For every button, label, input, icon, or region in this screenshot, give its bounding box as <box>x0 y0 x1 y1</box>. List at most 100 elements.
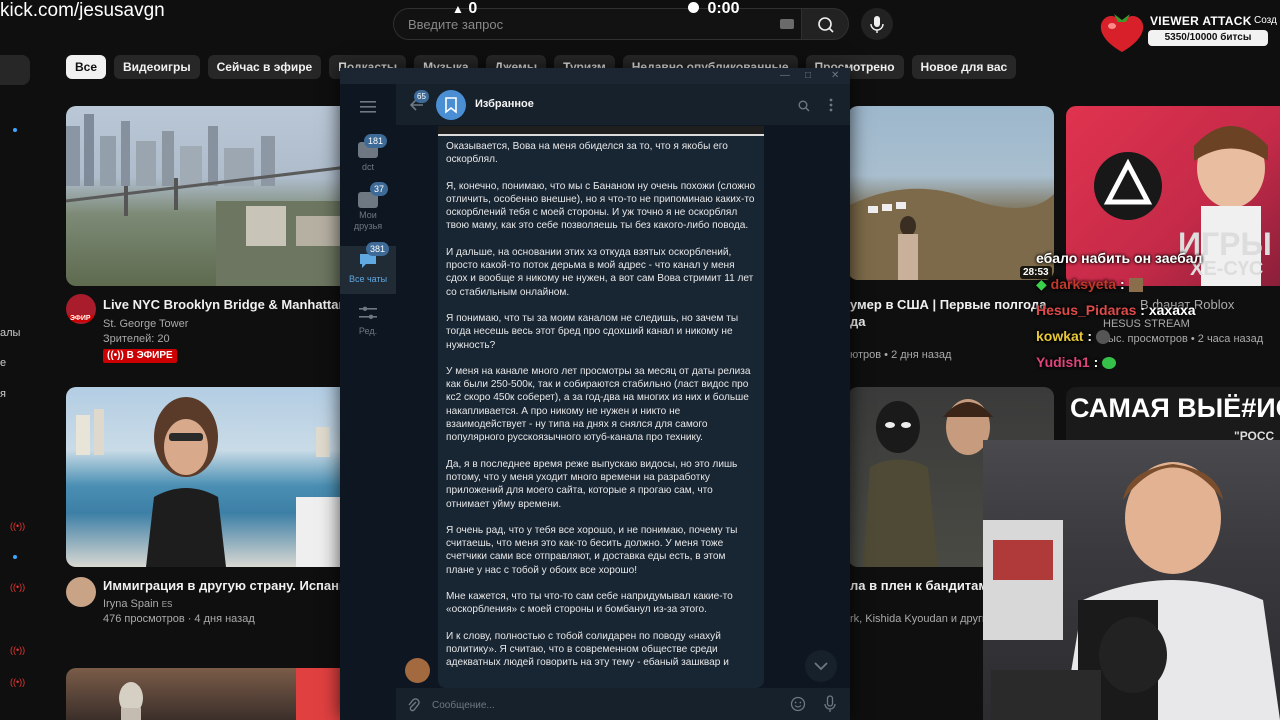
message-paragraph: И дальше, на основании этих хз откуда вз… <box>446 246 754 298</box>
maximize-icon[interactable]: □ <box>805 70 811 81</box>
video-thumbnail-nyc[interactable] <box>66 106 356 286</box>
microphone-icon <box>824 695 836 712</box>
folder-all-chats[interactable]: 381 Все чаты <box>340 242 396 292</box>
stream-url: kick.com/jesusavgn <box>0 0 165 21</box>
tomato-icon <box>1100 14 1144 52</box>
sender-avatar[interactable] <box>405 658 430 683</box>
close-icon[interactable]: ✕ <box>831 70 839 81</box>
telegram-window: — □ ✕ 181 dct 37 Мои друзья 381 Все чаты… <box>340 68 850 720</box>
chat-title[interactable]: Избранное <box>475 98 534 110</box>
emoji-icon <box>790 696 806 712</box>
unread-badge: 181 <box>364 134 388 148</box>
video-title[interactable]: ла в плен к бандитам и <box>850 578 1000 593</box>
keyboard-icon[interactable] <box>780 19 794 29</box>
scroll-to-bottom-button[interactable] <box>805 650 837 682</box>
chat-message: ебало набить он заебал <box>1036 250 1202 266</box>
video-thumbnail-partial[interactable] <box>66 668 356 720</box>
stopwatch-icon <box>688 2 699 13</box>
bookmark-icon <box>445 97 457 114</box>
channel-name[interactable]: St. George Tower <box>103 318 188 330</box>
chip-live[interactable]: Сейчас в эфире <box>207 55 322 79</box>
channel-name[interactable]: Iryna Spain ES <box>103 598 172 610</box>
attach-button[interactable] <box>406 697 420 718</box>
viewer-attack-widget: VIEWER ATTACK 5350/10000 битсы <box>1096 8 1280 56</box>
hollywood-hills-graphic <box>848 188 1054 280</box>
folder-label: Мои друзья <box>353 210 383 231</box>
video-title[interactable]: Иммиграция в другую страну. Испания. <box>103 578 358 593</box>
video-title[interactable]: Live NYC Brooklyn Bridge & Manhattan cam <box>103 297 376 312</box>
saved-messages-avatar[interactable] <box>436 90 466 120</box>
message-paragraph: Я очень рад, что у тебя все хорошо, и не… <box>446 524 738 576</box>
notification-counter: ▲ 0 <box>452 0 477 18</box>
video-thumbnail-spain[interactable] <box>66 387 356 567</box>
chat-text: ебало набить он заебал <box>1036 250 1203 266</box>
rail-text-fragment: алы <box>0 327 21 339</box>
search-input[interactable]: Введите запрос <box>408 17 503 32</box>
thumbnail-text: САМАЯ ВЫЁ#ИСТА <box>1070 393 1280 423</box>
message-composer: Сообщение... <box>396 688 850 720</box>
folder-label: Ред. <box>358 326 378 336</box>
timer-value: 0:00 <box>707 0 740 17</box>
partial-label: Созд <box>1254 15 1277 26</box>
live-badge-text: В ЭФИРЕ <box>126 350 173 361</box>
emote-icon <box>1095 330 1110 345</box>
video-title-line2[interactable]: да <box>850 314 865 329</box>
search-icon <box>798 100 810 112</box>
channel-name-text: Iryna Spain <box>103 598 159 610</box>
bell-icon: ▲ <box>452 2 464 16</box>
chip-new-for-you[interactable]: Новое для вас <box>911 55 1017 79</box>
rail-text-fragment: е <box>0 357 7 369</box>
chip-videogames[interactable]: Видеоигры <box>114 55 200 79</box>
unread-badge: 37 <box>370 182 389 196</box>
folder-friends[interactable]: 37 Мои друзья <box>340 182 396 236</box>
chat-text: : <box>1093 354 1099 370</box>
channel-avatar[interactable]: ЭФИР <box>66 294 96 324</box>
window-titlebar: — □ ✕ <box>340 68 850 84</box>
video-thumbnail-russian[interactable]: САМАЯ ВЫЁ#ИСТА "РОСС <box>1066 387 1280 447</box>
channel-avatar[interactable] <box>66 577 96 607</box>
chevron-down-icon <box>814 662 828 671</box>
message-input[interactable]: Сообщение... <box>432 700 495 711</box>
notification-count: 0 <box>468 0 478 17</box>
video-title[interactable]: умер в США | Первые полгода <box>850 297 1046 312</box>
unread-badge: 65 <box>414 90 429 103</box>
chat-username: Yudish1 <box>1036 354 1090 370</box>
video-thumbnail-usa[interactable] <box>848 106 1054 280</box>
folder-rail: 181 dct 37 Мои друзья 381 Все чаты Ред. <box>340 84 396 720</box>
sliders-icon <box>359 306 377 319</box>
live-icon: ((•)) <box>10 521 26 531</box>
chat-header: 65 Избранное <box>396 84 850 126</box>
minimize-icon[interactable]: — <box>780 70 790 81</box>
search-button[interactable] <box>801 8 849 40</box>
stream-timer: 0:00 <box>688 0 739 18</box>
rail-home-item[interactable] <box>0 55 30 85</box>
hamburger-menu-button[interactable] <box>360 100 376 113</box>
microphone-icon <box>870 16 884 33</box>
chat-text: хахаха <box>1148 302 1196 318</box>
voice-message-button[interactable] <box>824 695 836 718</box>
rail-dot <box>13 128 17 132</box>
chat-message: kowkat : <box>1036 328 1110 345</box>
channel-suffix: ES <box>161 600 173 609</box>
rail-text-fragment: я <box>0 388 6 400</box>
video-stats: 476 просмотров · 4 дня назад <box>103 613 255 625</box>
search-icon <box>818 17 834 33</box>
chat-message: Hesus_Pidaras : хахаха <box>1036 302 1196 318</box>
chat-username: darksyeta <box>1050 276 1117 292</box>
emoji-button[interactable] <box>790 696 806 717</box>
message-image-preview[interactable] <box>438 126 764 136</box>
message-bubble[interactable]: Оказывается, Вова на меня обиделся за то… <box>438 126 764 688</box>
edit-folders-button[interactable]: Ред. <box>340 302 396 342</box>
chip-all[interactable]: Все <box>66 55 107 79</box>
chat-username: kowkat <box>1036 328 1084 344</box>
streamer-webcam-graphic <box>983 462 1280 720</box>
video-stats: Зрителей: 20 <box>103 333 170 345</box>
more-options-button[interactable] <box>829 98 833 117</box>
live-icon: ((•)) <box>10 645 26 655</box>
voice-search-button[interactable] <box>861 8 893 40</box>
folder-dct[interactable]: 181 dct <box>340 134 396 178</box>
live-badge: ((•)) В ЭФИРЕ <box>103 349 177 363</box>
rail-dot <box>13 555 17 559</box>
chat-message: Yudish1 : <box>1036 354 1117 370</box>
search-button[interactable] <box>798 99 810 117</box>
